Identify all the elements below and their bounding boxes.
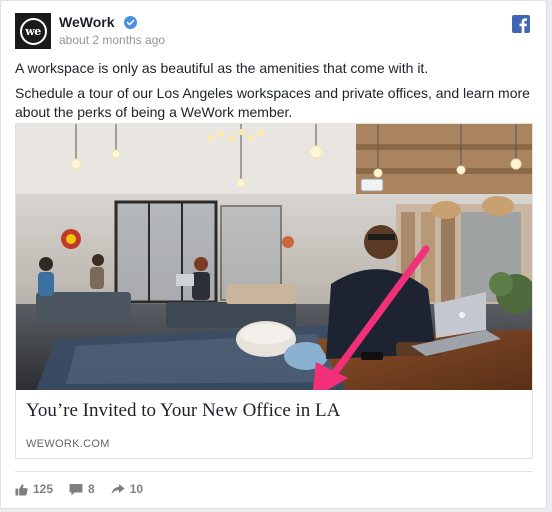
footer-divider — [15, 471, 533, 472]
facebook-icon[interactable] — [512, 15, 530, 33]
post-body: A workspace is only as beautiful as the … — [15, 59, 535, 128]
post-text-line-2: Schedule a tour of our Los Angeles works… — [15, 85, 530, 120]
verified-badge-icon — [124, 16, 137, 29]
shares-count[interactable]: 10 — [111, 482, 143, 496]
facebook-post-card: we WeWork about 2 months ago A workspace… — [0, 0, 547, 509]
thumbs-up-icon — [15, 483, 28, 496]
link-preview-domain: WEWORK.COM — [26, 438, 110, 450]
likes-count[interactable]: 125 — [15, 482, 53, 496]
post-timestamp[interactable]: about 2 months ago — [59, 33, 165, 47]
page-name-link[interactable]: WeWork — [59, 14, 115, 30]
page-avatar[interactable]: we — [15, 13, 51, 49]
engagement-bar: 125 8 10 — [15, 480, 159, 498]
shares-value: 10 — [129, 482, 144, 496]
avatar-logo: we — [19, 17, 47, 45]
post-header: we WeWork about 2 months ago — [15, 13, 535, 49]
share-arrow-icon — [111, 483, 125, 494]
comment-icon — [69, 483, 83, 495]
likes-value: 125 — [33, 482, 54, 496]
link-preview-title[interactable]: You’re Invited to Your New Office in LA — [26, 400, 522, 422]
office-photo — [16, 124, 532, 390]
comments-count[interactable]: 8 — [69, 482, 95, 496]
comments-value: 8 — [88, 482, 95, 496]
post-text-line-1: A workspace is only as beautiful as the … — [15, 60, 429, 76]
link-preview[interactable]: You’re Invited to Your New Office in LA … — [15, 123, 533, 459]
